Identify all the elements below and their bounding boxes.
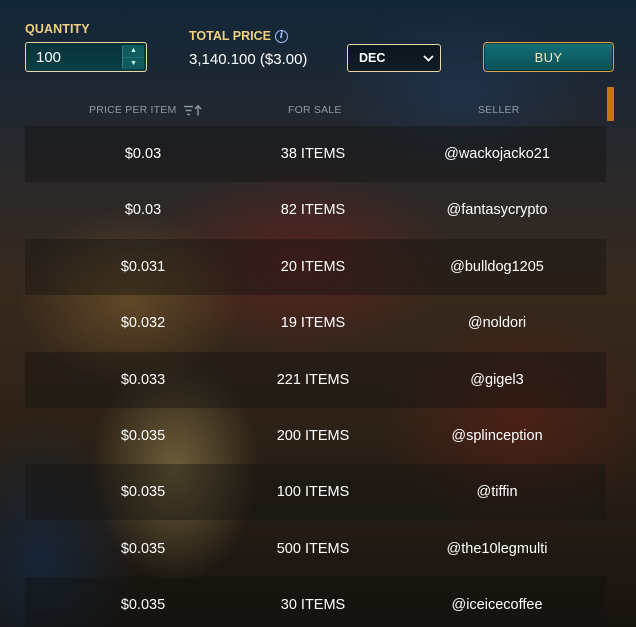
table-row[interactable]: $0.035 200 ITEMS @splinception [25,408,606,464]
listings-table: $0.03 38 ITEMS @wackojacko21 $0.03 82 IT… [25,126,606,627]
for-sale-cell: 221 ITEMS [276,372,350,388]
header-for-sale[interactable]: FOR SALE [288,104,342,116]
price-cell: $0.032 [120,315,166,331]
seller-cell: @the10legmulti [446,541,548,557]
price-cell: $0.035 [120,484,166,500]
seller-cell: @splinception [451,428,543,444]
for-sale-cell: 30 ITEMS [280,597,346,613]
for-sale-cell: 500 ITEMS [276,541,350,557]
seller-cell: @noldori [467,315,527,331]
for-sale-cell: 200 ITEMS [276,428,350,444]
quantity-label: QUANTITY [25,22,90,36]
seller-cell: @iceicecoffee [451,597,543,613]
header-seller[interactable]: SELLER [478,104,519,116]
seller-cell: @bulldog1205 [450,259,544,275]
seller-cell: @wackojacko21 [444,146,550,162]
caret-down-icon[interactable]: ▼ [123,56,144,70]
currency-select[interactable]: DEC [347,44,441,72]
table-row[interactable]: $0.033 221 ITEMS @gigel3 [25,352,606,408]
sort-ascending-icon[interactable] [184,104,203,116]
table-row[interactable]: $0.035 500 ITEMS @the10legmulti [25,521,606,577]
seller-cell: @fantasycrypto [446,202,548,218]
caret-up-icon[interactable]: ▲ [123,45,144,57]
price-cell: $0.033 [120,372,166,388]
scrollbar-thumb[interactable] [607,87,614,121]
price-cell: $0.035 [120,597,166,613]
quantity-stepper[interactable]: ▲ ▼ [25,42,147,72]
for-sale-cell: 19 ITEMS [280,315,346,331]
for-sale-cell: 20 ITEMS [280,259,346,275]
info-icon[interactable]: i [274,29,288,43]
header-price-per-item[interactable]: PRICE PER ITEM [89,104,203,116]
buy-button[interactable]: BUY [483,42,614,72]
price-cell: $0.03 [124,202,162,218]
quantity-input[interactable] [26,43,122,71]
table-row[interactable]: $0.032 19 ITEMS @noldori [25,295,606,351]
header-price-label: PRICE PER ITEM [89,104,177,116]
chevron-down-icon [423,54,434,62]
for-sale-cell: 38 ITEMS [280,146,346,162]
table-row[interactable]: $0.035 30 ITEMS @iceicecoffee [25,577,606,627]
table-row[interactable]: $0.035 100 ITEMS @tiffin [25,464,606,520]
price-cell: $0.03 [124,146,162,162]
stepper-buttons: ▲ ▼ [122,45,144,69]
total-price-value: 3,140.100 ($3.00) [189,51,308,68]
total-price-label: TOTAL PRICE [189,29,271,43]
table-header: PRICE PER ITEM FOR SALE SELLER [25,104,606,120]
header-seller-label: SELLER [478,104,520,116]
seller-cell: @gigel3 [470,372,524,388]
header-for-sale-label: FOR SALE [288,104,342,116]
for-sale-cell: 100 ITEMS [276,484,350,500]
seller-cell: @tiffin [476,484,518,500]
table-row[interactable]: $0.03 82 ITEMS @fantasycrypto [25,182,606,238]
for-sale-cell: 82 ITEMS [280,202,346,218]
price-cell: $0.031 [120,259,166,275]
table-row[interactable]: $0.031 20 ITEMS @bulldog1205 [25,239,606,295]
table-row[interactable]: $0.03 38 ITEMS @wackojacko21 [25,126,606,182]
total-price-header: TOTAL PRICE i [189,29,288,43]
price-cell: $0.035 [120,541,166,557]
price-cell: $0.035 [120,428,166,444]
currency-selected: DEC [359,51,386,65]
